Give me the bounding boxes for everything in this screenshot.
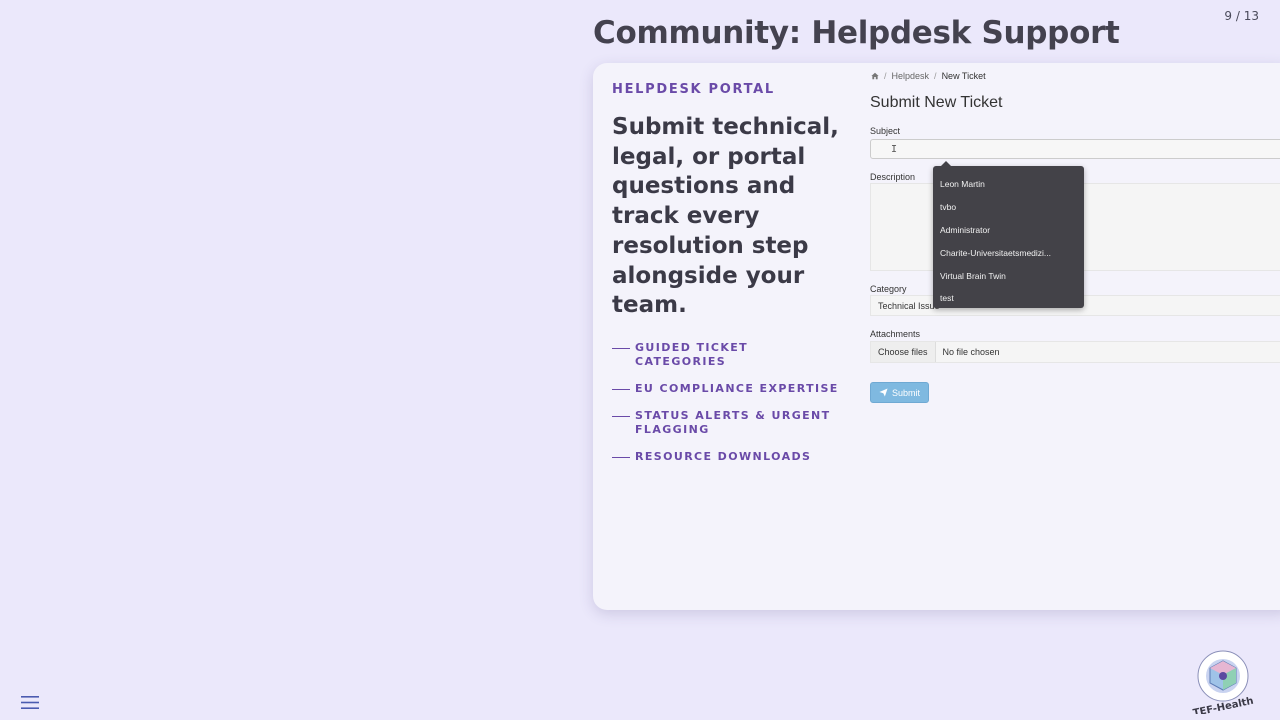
dash-icon — [612, 416, 630, 417]
tef-health-logo: TEF-Health — [1192, 650, 1255, 714]
breadcrumb: / Helpdesk / New Ticket — [871, 71, 986, 81]
autocomplete-option[interactable]: test — [933, 287, 1084, 310]
subject-input[interactable] — [870, 139, 1280, 159]
text-cursor-icon: I — [891, 144, 898, 155]
feature-label: GUIDED TICKET CATEGORIES — [635, 341, 749, 368]
feature-item: RESOURCE DOWNLOADS — [612, 450, 842, 464]
eyebrow-label: HELPDESK PORTAL — [612, 82, 775, 97]
autocomplete-option[interactable]: Charite-Universitaetsmedizi... — [933, 241, 1084, 264]
slide-counter: 9 / 13 — [1224, 9, 1259, 23]
feature-list: GUIDED TICKET CATEGORIES EU COMPLIANCE E… — [612, 341, 842, 477]
no-file-text: No file chosen — [942, 347, 1000, 357]
feature-label: EU COMPLIANCE EXPERTISE — [635, 382, 839, 395]
paper-plane-icon — [879, 388, 888, 397]
feature-item: EU COMPLIANCE EXPERTISE — [612, 382, 842, 396]
submit-label: Submit — [891, 387, 920, 398]
choose-files-button[interactable]: Choose files — [871, 342, 936, 362]
hamburger-menu-icon[interactable] — [21, 695, 39, 710]
content-card: HELPDESK PORTAL Submit technical, legal,… — [593, 63, 1280, 610]
feature-label: STATUS ALERTS & URGENT FLAGGING — [635, 409, 831, 436]
dash-icon — [612, 389, 630, 390]
feature-label: RESOURCE DOWNLOADS — [635, 450, 812, 463]
autocomplete-option[interactable]: Leon Martin — [933, 173, 1084, 196]
helpdesk-portal-screenshot: / Helpdesk / New Ticket Submit New Ticke… — [865, 63, 1280, 610]
autocomplete-option[interactable]: tvbo — [933, 196, 1084, 219]
slide-title: Community: Helpdesk Support — [593, 15, 1120, 51]
breadcrumb-separator: / — [934, 71, 937, 81]
submit-button[interactable]: Submit — [870, 382, 929, 403]
headline: Submit technical, legal, or portal quest… — [612, 114, 839, 319]
feature-item: STATUS ALERTS & URGENT FLAGGING — [612, 409, 842, 437]
autocomplete-dropdown: Leon Martin tvbo Administrator Charite-U… — [933, 161, 1084, 310]
dash-icon — [612, 457, 630, 458]
file-input[interactable]: Choose files No file chosen — [870, 341, 1280, 363]
feature-item: GUIDED TICKET CATEGORIES — [612, 341, 842, 369]
attachments-label: Attachments — [870, 329, 921, 339]
autocomplete-option[interactable]: Virtual Brain Twin — [933, 264, 1084, 287]
home-icon[interactable] — [871, 72, 879, 80]
description-label: Description — [870, 172, 916, 182]
intro-column: HELPDESK PORTAL Submit technical, legal,… — [593, 63, 863, 610]
breadcrumb-current: New Ticket — [941, 71, 986, 81]
subject-label: Subject — [870, 126, 901, 136]
dash-icon — [612, 348, 630, 349]
autocomplete-option[interactable]: Administrator — [933, 219, 1084, 242]
form-title: Submit New Ticket — [870, 94, 1003, 111]
breadcrumb-link-helpdesk[interactable]: Helpdesk — [892, 71, 930, 81]
breadcrumb-separator: / — [884, 71, 887, 81]
category-label: Category — [870, 284, 907, 294]
